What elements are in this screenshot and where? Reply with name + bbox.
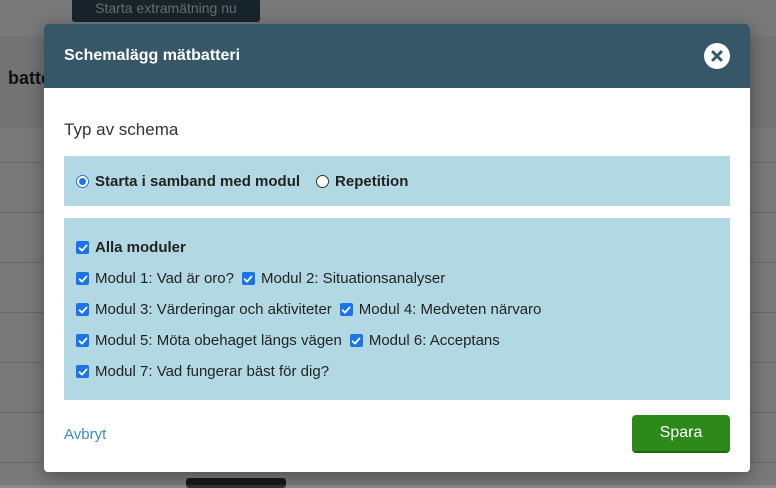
radio-unselected-icon[interactable] — [316, 174, 330, 188]
cancel-link[interactable]: Avbryt — [64, 426, 106, 443]
checkbox-checked-icon[interactable] — [76, 241, 89, 254]
checkbox-label: Modul 2: Situationsanalyser — [260, 270, 446, 287]
radio-repetition[interactable]: Repetition — [316, 173, 408, 190]
checkbox-module-5[interactable]: Modul 5: Möta obehaget längs vägen — [76, 332, 342, 349]
checkbox-module-4[interactable]: Modul 4: Medveten närvaro — [339, 301, 542, 318]
checkbox-checked-icon[interactable] — [76, 334, 89, 347]
checkbox-checked-icon[interactable] — [241, 272, 255, 285]
checkbox-all-modules[interactable]: Alla moduler — [76, 239, 186, 256]
schedule-type-options: Starta i samband med modul Repetition — [64, 156, 730, 206]
checkbox-label: Modul 6: Acceptans — [368, 332, 500, 349]
radio-start-with-module[interactable]: Starta i samband med modul — [76, 173, 300, 190]
checkbox-label: Alla moduler — [95, 239, 186, 256]
modal-footer: Avbryt Spara — [44, 396, 750, 472]
checkbox-module-6[interactable]: Modul 6: Acceptans — [349, 332, 500, 349]
schedule-modal: Schemalägg mätbatteri Typ av schema Star… — [44, 24, 750, 472]
checkbox-checked-icon[interactable] — [76, 272, 89, 285]
checkbox-label: Modul 7: Vad fungerar bäst för dig? — [95, 363, 330, 380]
checkbox-module-1[interactable]: Modul 1: Vad är oro? — [76, 270, 234, 287]
modal-body: Typ av schema Starta i samband med modul… — [44, 88, 750, 400]
checkbox-checked-icon[interactable] — [339, 303, 353, 316]
schedule-type-heading: Typ av schema — [64, 120, 179, 139]
checkbox-label: Modul 5: Möta obehaget längs vägen — [95, 332, 342, 349]
checkbox-module-7[interactable]: Modul 7: Vad fungerar bäst för dig? — [76, 363, 329, 380]
modal-header: Schemalägg mätbatteri — [44, 24, 750, 88]
checkbox-checked-icon[interactable] — [349, 334, 363, 347]
checkbox-module-2[interactable]: Modul 2: Situationsanalyser — [241, 270, 446, 287]
modal-title: Schemalägg mätbatteri — [64, 47, 241, 64]
modules-selection: Alla moduler Modul 1: Vad är oro? Modul … — [64, 218, 730, 400]
radio-label: Repetition — [335, 172, 409, 190]
radio-label: Starta i samband med modul — [95, 172, 301, 190]
checkbox-checked-icon[interactable] — [76, 365, 89, 378]
close-icon[interactable] — [704, 43, 730, 69]
checkbox-label: Modul 1: Vad är oro? — [95, 270, 234, 287]
checkbox-label: Modul 4: Medveten närvaro — [358, 301, 542, 318]
radio-selected-icon[interactable] — [76, 174, 89, 188]
checkbox-module-3[interactable]: Modul 3: Värderingar och aktiviteter — [76, 301, 332, 318]
checkbox-checked-icon[interactable] — [76, 303, 89, 316]
checkbox-label: Modul 3: Värderingar och aktiviteter — [95, 301, 332, 318]
save-button[interactable]: Spara — [632, 415, 730, 453]
